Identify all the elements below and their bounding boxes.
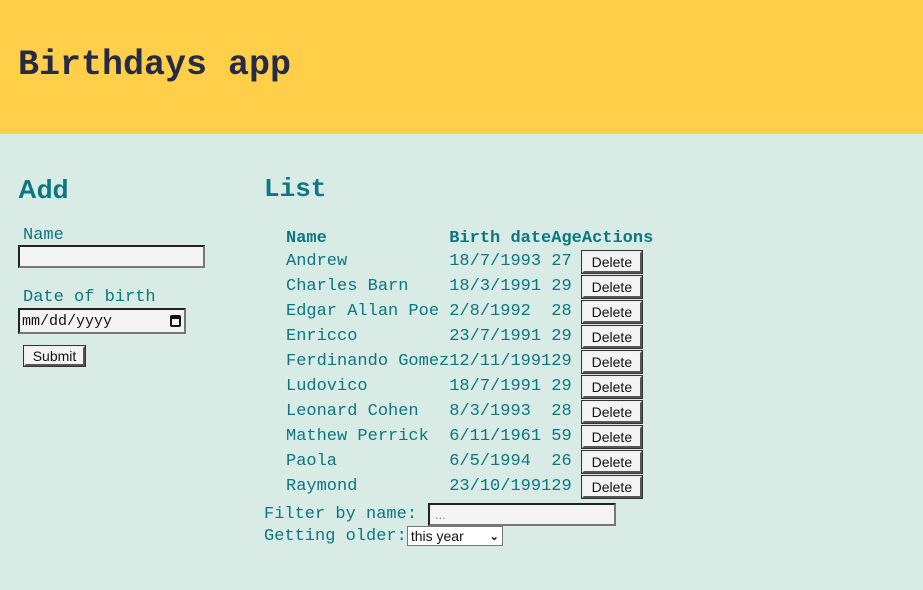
row-age: 28 (551, 402, 572, 421)
add-heading: Add (18, 174, 69, 204)
row-actions: Delete (580, 374, 653, 399)
getting-older-select[interactable]: this year ⌄ (406, 526, 503, 546)
delete-button[interactable]: Delete (580, 299, 643, 324)
chevron-down-icon: ⌄ (489, 530, 499, 543)
delete-button[interactable]: Delete (580, 474, 643, 499)
filter-label: Filter by name: (264, 505, 418, 524)
column-header-actions: Actions (581, 228, 654, 248)
row-actions: Delete (580, 474, 653, 499)
app-header: Birthdays app (0, 0, 923, 134)
table-row: Charles Barn 18/3/1991 29 Delete (286, 274, 653, 299)
row-actions: Delete (580, 424, 653, 449)
row-birth-date: 8/3/1993 (449, 402, 531, 421)
name-label: Name (23, 226, 64, 245)
row-name: Enricco (286, 327, 358, 346)
row-age: 29 (551, 352, 572, 371)
delete-button[interactable]: Delete (580, 249, 643, 274)
row-name: Mathew Perrick (286, 427, 429, 446)
row-name: Leonard Cohen (286, 402, 419, 421)
table-row: Ferdinando Gomez 12/11/1991 29 Delete (286, 349, 653, 374)
table-row: Ludovico 18/7/1991 29 Delete (286, 374, 653, 399)
row-name: Charles Barn (286, 277, 409, 296)
row-birth-date: 18/7/1991 (449, 377, 542, 396)
row-actions: Delete (580, 449, 653, 474)
submit-button[interactable]: Submit (23, 345, 86, 367)
column-header-age: Age (551, 228, 582, 248)
row-birth-date: 2/8/1992 (449, 302, 531, 321)
table-row: Raymond 23/10/1991 29 Delete (286, 474, 653, 499)
row-age: 29 (551, 327, 572, 346)
dob-input[interactable]: mm/dd/yyyy (18, 308, 186, 334)
row-birth-date: 23/10/1991 (449, 477, 552, 496)
getting-older-label: Getting older: (264, 526, 407, 546)
name-input[interactable] (18, 245, 205, 268)
list-heading: List (264, 174, 327, 204)
table-row: Paola 6/5/1994 26 Delete (286, 449, 653, 474)
main-content: Add Name Date of birth mm/dd/yyyy Submit… (0, 134, 923, 590)
table-header-row: Name Birth date Age Actions (286, 227, 653, 249)
row-age: 27 (551, 252, 572, 271)
filter-input[interactable]: ... (428, 503, 617, 526)
delete-button[interactable]: Delete (580, 424, 643, 449)
getting-older-row: Getting older: this year ⌄ (264, 526, 503, 546)
getting-older-value: this year (410, 528, 464, 544)
row-actions: Delete (580, 299, 653, 324)
calendar-icon[interactable] (170, 315, 181, 327)
row-age: 28 (551, 302, 572, 321)
row-birth-date: 12/11/1991 (449, 352, 552, 371)
row-actions: Delete (580, 274, 653, 299)
table-row: Enricco 23/7/1991 29 Delete (286, 324, 653, 349)
row-actions: Delete (580, 399, 653, 424)
row-name: Edgar Allan Poe (286, 302, 440, 321)
row-actions: Delete (580, 324, 653, 349)
row-age: 29 (551, 477, 572, 496)
dob-placeholder: mm/dd/yyyy (22, 312, 113, 330)
row-actions: Delete (580, 249, 653, 274)
filter-placeholder: ... (435, 507, 446, 522)
row-name: Paola (286, 452, 338, 471)
list-section: List Name Birth date Age Actions Andrew 1… (264, 174, 653, 546)
table-row: Edgar Allan Poe 2/8/1992 28 Delete (286, 299, 653, 324)
birthdays-table: Name Birth date Age Actions Andrew 18/7/1… (286, 227, 653, 499)
row-age: 29 (551, 277, 572, 296)
delete-button[interactable]: Delete (580, 449, 643, 474)
add-section: Add Name Date of birth mm/dd/yyyy Submit (18, 174, 205, 367)
row-name: Ferdinando Gomez (286, 352, 450, 371)
table-row: Andrew 18/7/1993 27 Delete (286, 249, 653, 274)
row-age: 29 (551, 377, 572, 396)
row-name: Andrew (286, 252, 348, 271)
delete-button[interactable]: Delete (580, 274, 643, 299)
table-row: Leonard Cohen 8/3/1993 28 Delete (286, 399, 653, 424)
row-birth-date: 6/11/1961 (449, 427, 542, 446)
delete-button[interactable]: Delete (580, 349, 643, 374)
row-birth-date: 18/3/1991 (449, 277, 542, 296)
column-header-name: Name (286, 228, 327, 248)
column-header-birth-date: Birth date (449, 228, 552, 248)
row-name: Raymond (286, 477, 358, 496)
row-age: 59 (551, 427, 572, 446)
delete-button[interactable]: Delete (580, 374, 643, 399)
row-actions: Delete (580, 349, 653, 374)
row-birth-date: 18/7/1993 (449, 252, 542, 271)
filter-row: Filter by name: ... (264, 503, 617, 526)
row-name: Ludovico (286, 377, 368, 396)
dob-label: Date of birth (23, 288, 156, 307)
delete-button[interactable]: Delete (580, 399, 643, 424)
app-title: Birthdays app (18, 45, 292, 85)
delete-button[interactable]: Delete (580, 324, 643, 349)
row-age: 26 (551, 452, 572, 471)
row-birth-date: 6/5/1994 (449, 452, 531, 471)
table-row: Mathew Perrick 6/11/1961 59 Delete (286, 424, 653, 449)
row-birth-date: 23/7/1991 (449, 327, 542, 346)
